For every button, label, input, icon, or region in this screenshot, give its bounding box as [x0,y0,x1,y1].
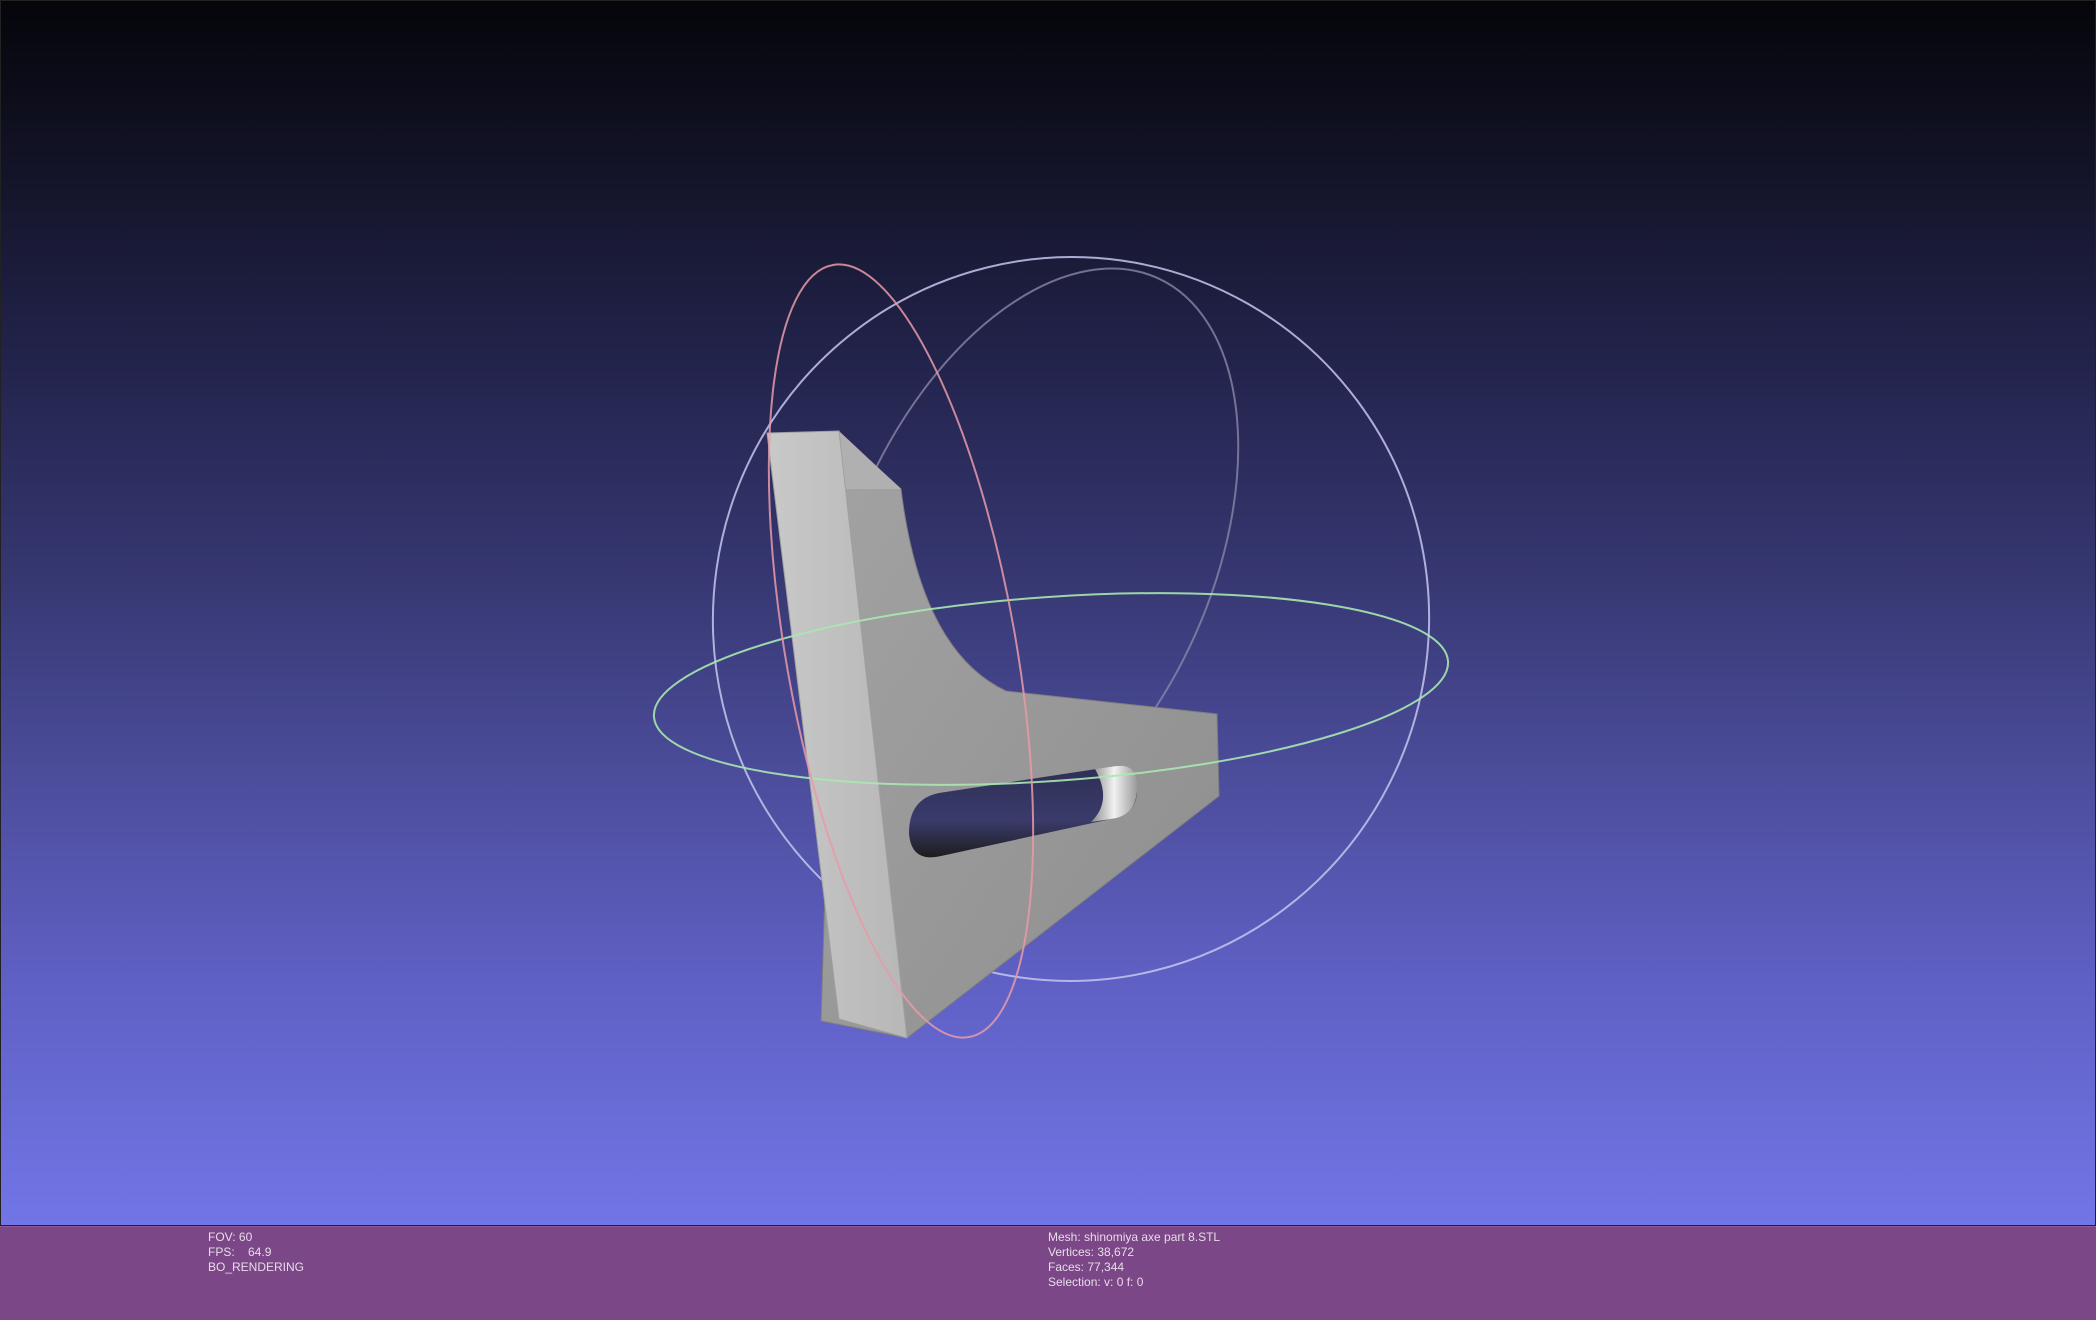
vertices-label: Vertices: 38,672 [1048,1245,1135,1259]
render-info: FOV: 60 FPS: 64.9 BO_RENDERING [208,1230,304,1275]
mesh-info: Mesh: shinomiya axe part 8.STL Vertices:… [1048,1230,1220,1290]
status-info-bar: FOV: 60 FPS: 64.9 BO_RENDERING Mesh: shi… [0,1226,2096,1320]
faces-label: Faces: 77,344 [1048,1260,1125,1274]
render-mode-label: BO_RENDERING [208,1260,305,1274]
fov-label: FOV: 60 [208,1230,253,1244]
scene-canvas[interactable] [1,1,2096,1226]
mesh-model[interactable] [766,430,1220,1039]
fps-label: FPS: 64.9 [208,1245,272,1259]
selection-label: Selection: v: 0 f: 0 [1048,1275,1144,1289]
3d-viewport[interactable] [0,0,2096,1226]
trackball-front-rings[interactable] [648,245,1455,1057]
mesh-name-label: Mesh: shinomiya axe part 8.STL [1048,1230,1221,1244]
